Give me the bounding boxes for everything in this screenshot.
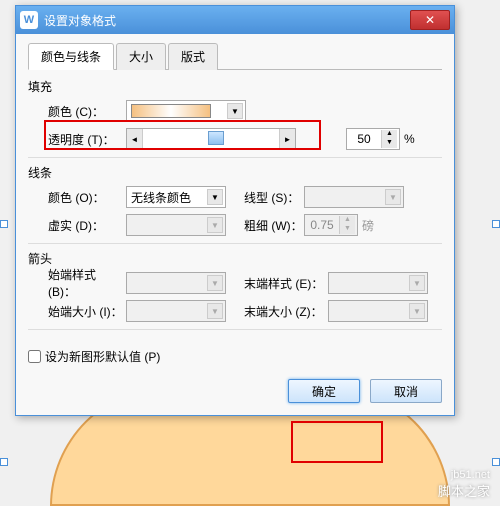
- transparency-input[interactable]: [347, 132, 381, 146]
- chevron-down-icon: ▼: [207, 275, 223, 291]
- spin-down: ▼: [339, 225, 355, 234]
- dialog-body: 颜色与线条 大小 版式 填充 颜色 (C)： ▼ 透明度 (T)： ◄ ►: [16, 34, 454, 415]
- transparency-row: 透明度 (T)： ◄ ► ▲▼ %: [48, 127, 442, 151]
- chevron-down-icon: ▼: [409, 303, 425, 319]
- line-dash-combo: ▼: [126, 214, 226, 236]
- line-color-label: 颜色 (O)：: [48, 189, 126, 206]
- slider-increment[interactable]: ►: [279, 129, 295, 149]
- line-style-combo: ▼: [304, 186, 404, 208]
- line-weight-spinner: ▲▼: [304, 214, 358, 236]
- fill-group-label: 填充: [28, 78, 442, 95]
- line-weight-input: [305, 218, 339, 232]
- transparency-slider[interactable]: ◄ ►: [126, 128, 296, 150]
- arrow-end-size-combo: ▼: [328, 300, 428, 322]
- spin-down[interactable]: ▼: [381, 139, 397, 148]
- button-row: 确定 取消: [28, 379, 442, 403]
- arrow-group-label: 箭头: [28, 250, 442, 267]
- app-icon: W: [20, 11, 38, 29]
- set-default-checkbox[interactable]: [28, 350, 41, 363]
- chevron-down-icon: ▼: [385, 189, 401, 205]
- dialog-title: 设置对象格式: [44, 12, 410, 29]
- fill-color-swatch: [131, 104, 211, 118]
- format-object-dialog: W 设置对象格式 ✕ 颜色与线条 大小 版式 填充 颜色 (C)： ▼ 透明度 …: [15, 5, 455, 416]
- close-icon: ✕: [425, 13, 435, 27]
- slider-thumb[interactable]: [208, 131, 224, 145]
- transparency-label: 透明度 (T)：: [48, 131, 126, 148]
- arrow-begin-size-combo: ▼: [126, 300, 226, 322]
- ok-button[interactable]: 确定: [288, 379, 360, 403]
- cancel-button[interactable]: 取消: [370, 379, 442, 403]
- tab-color-lines[interactable]: 颜色与线条: [28, 43, 114, 70]
- watermark: jb51.net 脚本之家: [438, 469, 490, 500]
- selection-handle[interactable]: [492, 458, 500, 466]
- arrow-begin-size-label: 始端大小 (I)：: [48, 303, 126, 320]
- chevron-down-icon: ▼: [207, 189, 223, 205]
- line-group-label: 线条: [28, 164, 442, 181]
- slider-decrement[interactable]: ◄: [127, 129, 143, 149]
- chevron-down-icon: ▼: [409, 275, 425, 291]
- chevron-down-icon: ▼: [227, 103, 243, 119]
- line-color-combo[interactable]: 无线条颜色 ▼: [126, 186, 226, 208]
- fill-color-label: 颜色 (C)：: [48, 103, 126, 120]
- line-weight-label: 粗细 (W)：: [244, 217, 304, 234]
- selection-handle[interactable]: [492, 220, 500, 228]
- arrow-begin-style-label: 始端样式 (B)：: [48, 266, 126, 300]
- line-style-label: 线型 (S)：: [244, 189, 304, 206]
- slider-track[interactable]: [143, 129, 279, 149]
- transparency-unit: %: [404, 132, 415, 146]
- line-dash-label: 虚实 (D)：: [48, 217, 126, 234]
- default-checkbox-row: 设为新图形默认值 (P): [28, 348, 442, 365]
- set-default-label: 设为新图形默认值 (P): [45, 348, 160, 365]
- fill-color-combo[interactable]: ▼: [126, 100, 246, 122]
- fill-color-row: 颜色 (C)： ▼: [48, 99, 442, 123]
- selection-handle[interactable]: [0, 220, 8, 228]
- chevron-down-icon: ▼: [207, 303, 223, 319]
- tab-layout[interactable]: 版式: [168, 43, 218, 70]
- line-color-value: 无线条颜色: [131, 189, 191, 206]
- arrow-end-style-label: 末端样式 (E)：: [244, 275, 328, 292]
- transparency-spinner[interactable]: ▲▼: [346, 128, 400, 150]
- spin-up: ▲: [339, 216, 355, 225]
- chevron-down-icon: ▼: [207, 217, 223, 233]
- titlebar[interactable]: W 设置对象格式 ✕: [16, 6, 454, 34]
- arrow-end-style-combo: ▼: [328, 272, 428, 294]
- tab-size[interactable]: 大小: [116, 43, 166, 70]
- arrow-begin-style-combo: ▼: [126, 272, 226, 294]
- spin-up[interactable]: ▲: [381, 130, 397, 139]
- tab-strip: 颜色与线条 大小 版式: [28, 42, 442, 70]
- selection-handle[interactable]: [0, 458, 8, 466]
- line-weight-unit: 磅: [362, 217, 374, 234]
- arrow-end-size-label: 末端大小 (Z)：: [244, 303, 328, 320]
- close-button[interactable]: ✕: [410, 10, 450, 30]
